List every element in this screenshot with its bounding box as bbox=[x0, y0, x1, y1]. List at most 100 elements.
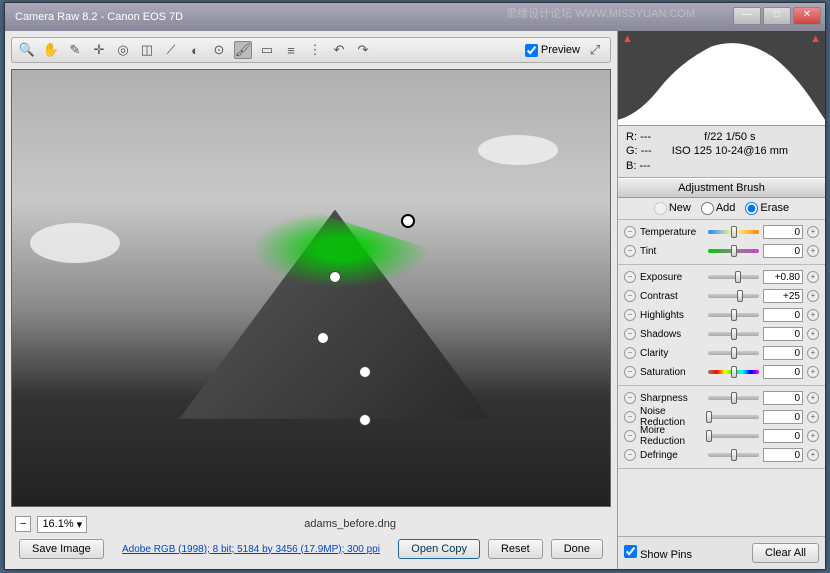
mode-add[interactable]: Add bbox=[701, 202, 736, 215]
plus-icon[interactable]: + bbox=[807, 430, 819, 442]
target-adjust-icon[interactable]: ◎ bbox=[114, 41, 132, 59]
zoom-level[interactable]: 16.1% ▾ bbox=[37, 516, 87, 533]
slider-track[interactable] bbox=[708, 308, 759, 322]
image-canvas[interactable] bbox=[11, 69, 611, 507]
slider-value[interactable] bbox=[763, 429, 803, 443]
clear-all-button[interactable]: Clear All bbox=[752, 543, 819, 563]
white-balance-icon[interactable]: ✎ bbox=[66, 41, 84, 59]
plus-icon[interactable]: + bbox=[807, 366, 819, 378]
slider-value[interactable] bbox=[763, 410, 803, 424]
color-sampler-icon[interactable]: ✛ bbox=[90, 41, 108, 59]
show-pins-checkbox[interactable]: Show Pins bbox=[624, 545, 692, 561]
slider-value[interactable] bbox=[763, 244, 803, 258]
workflow-link[interactable]: Adobe RGB (1998); 8 bit; 5184 by 3456 (1… bbox=[112, 544, 391, 555]
redeye-icon[interactable]: ⊙ bbox=[210, 41, 228, 59]
slider-label: Contrast bbox=[640, 291, 704, 302]
minus-icon[interactable]: − bbox=[624, 328, 636, 340]
close-button[interactable]: ✕ bbox=[793, 7, 821, 25]
slider-track[interactable] bbox=[708, 327, 759, 341]
minus-icon[interactable]: − bbox=[624, 347, 636, 359]
minus-icon[interactable]: − bbox=[624, 290, 636, 302]
adjustment-pin[interactable] bbox=[401, 214, 415, 228]
mode-new[interactable]: New bbox=[654, 202, 691, 215]
minus-icon[interactable]: − bbox=[624, 411, 636, 423]
fullscreen-icon[interactable]: ⤢ bbox=[586, 41, 604, 59]
plus-icon[interactable]: + bbox=[807, 328, 819, 340]
slider-track[interactable] bbox=[708, 225, 759, 239]
radial-filter-icon[interactable]: ≡ bbox=[282, 41, 300, 59]
minus-icon[interactable]: − bbox=[624, 392, 636, 404]
graduated-filter-icon[interactable]: ▭ bbox=[258, 41, 276, 59]
slider-label: Sharpness bbox=[640, 393, 704, 404]
plus-icon[interactable]: + bbox=[807, 449, 819, 461]
titlebar: Camera Raw 8.2 - Canon EOS 7D 思缘设计论坛 WWW… bbox=[5, 3, 825, 31]
minus-icon[interactable]: − bbox=[624, 449, 636, 461]
filename-label: adams_before.dng bbox=[93, 518, 607, 530]
plus-icon[interactable]: + bbox=[807, 309, 819, 321]
panel-footer: Show Pins Clear All bbox=[618, 536, 825, 569]
slider-track[interactable] bbox=[708, 410, 759, 424]
minus-icon[interactable]: − bbox=[624, 226, 636, 238]
cloud-shape bbox=[478, 135, 558, 165]
straighten-icon[interactable]: ⟋ bbox=[162, 41, 180, 59]
open-copy-button[interactable]: Open Copy bbox=[398, 539, 480, 559]
minus-icon[interactable]: − bbox=[624, 430, 636, 442]
slider-value[interactable] bbox=[763, 391, 803, 405]
plus-icon[interactable]: + bbox=[807, 245, 819, 257]
plus-icon[interactable]: + bbox=[807, 347, 819, 359]
zoom-tool-icon[interactable]: 🔍 bbox=[18, 41, 36, 59]
crop-tool-icon[interactable]: ◫ bbox=[138, 41, 156, 59]
slider-label: Defringe bbox=[640, 450, 704, 461]
preview-checkbox[interactable]: Preview bbox=[525, 44, 580, 57]
plus-icon[interactable]: + bbox=[807, 226, 819, 238]
camera-raw-window: Camera Raw 8.2 - Canon EOS 7D 思缘设计论坛 WWW… bbox=[4, 2, 826, 570]
toolbar: 🔍 ✋ ✎ ✛ ◎ ◫ ⟋ ◐ ⊙ 🖌 ▭ ≡ ⋮ ↶ ↷ Preview ⤢ bbox=[11, 37, 611, 63]
slider-track[interactable] bbox=[708, 270, 759, 284]
slider-saturation: −Saturation+ bbox=[618, 363, 825, 382]
slider-label: Tint bbox=[640, 246, 704, 257]
rotate-cw-icon[interactable]: ↷ bbox=[354, 41, 372, 59]
save-image-button[interactable]: Save Image bbox=[19, 539, 104, 559]
plus-icon[interactable]: + bbox=[807, 392, 819, 404]
photo-preview bbox=[12, 70, 610, 506]
plus-icon[interactable]: + bbox=[807, 411, 819, 423]
maximize-button[interactable]: □ bbox=[763, 7, 791, 25]
slider-track[interactable] bbox=[708, 244, 759, 258]
spot-removal-icon[interactable]: ◐ bbox=[186, 41, 204, 59]
adjustment-pin[interactable] bbox=[329, 271, 341, 283]
slider-track[interactable] bbox=[708, 365, 759, 379]
slider-value[interactable] bbox=[763, 346, 803, 360]
slider-value[interactable] bbox=[763, 289, 803, 303]
zoom-out-button[interactable]: − bbox=[15, 516, 31, 532]
slider-track[interactable] bbox=[708, 429, 759, 443]
slider-value[interactable] bbox=[763, 327, 803, 341]
minus-icon[interactable]: − bbox=[624, 309, 636, 321]
minimize-button[interactable]: — bbox=[733, 7, 761, 25]
adjustment-brush-icon[interactable]: 🖌 bbox=[234, 41, 252, 59]
slider-value[interactable] bbox=[763, 365, 803, 379]
highlight-clip-icon[interactable]: ▲ bbox=[810, 33, 821, 45]
slider-value[interactable] bbox=[763, 308, 803, 322]
slider-track[interactable] bbox=[708, 289, 759, 303]
slider-track[interactable] bbox=[708, 391, 759, 405]
reset-button[interactable]: Reset bbox=[488, 539, 543, 559]
plus-icon[interactable]: + bbox=[807, 290, 819, 302]
hand-tool-icon[interactable]: ✋ bbox=[42, 41, 60, 59]
shadow-clip-icon[interactable]: ▲ bbox=[622, 33, 633, 45]
slider-value[interactable] bbox=[763, 225, 803, 239]
adjustment-pin[interactable] bbox=[317, 332, 329, 344]
minus-icon[interactable]: − bbox=[624, 245, 636, 257]
done-button[interactable]: Done bbox=[551, 539, 603, 559]
slider-track[interactable] bbox=[708, 448, 759, 462]
prefs-icon[interactable]: ⋮ bbox=[306, 41, 324, 59]
slider-contrast: −Contrast + bbox=[618, 287, 825, 306]
mode-erase[interactable]: Erase bbox=[745, 202, 789, 215]
rotate-ccw-icon[interactable]: ↶ bbox=[330, 41, 348, 59]
slider-label: Moire Reduction bbox=[640, 425, 704, 447]
slider-value[interactable] bbox=[763, 448, 803, 462]
plus-icon[interactable]: + bbox=[807, 271, 819, 283]
slider-track[interactable] bbox=[708, 346, 759, 360]
slider-value[interactable] bbox=[763, 270, 803, 284]
minus-icon[interactable]: − bbox=[624, 271, 636, 283]
minus-icon[interactable]: − bbox=[624, 366, 636, 378]
